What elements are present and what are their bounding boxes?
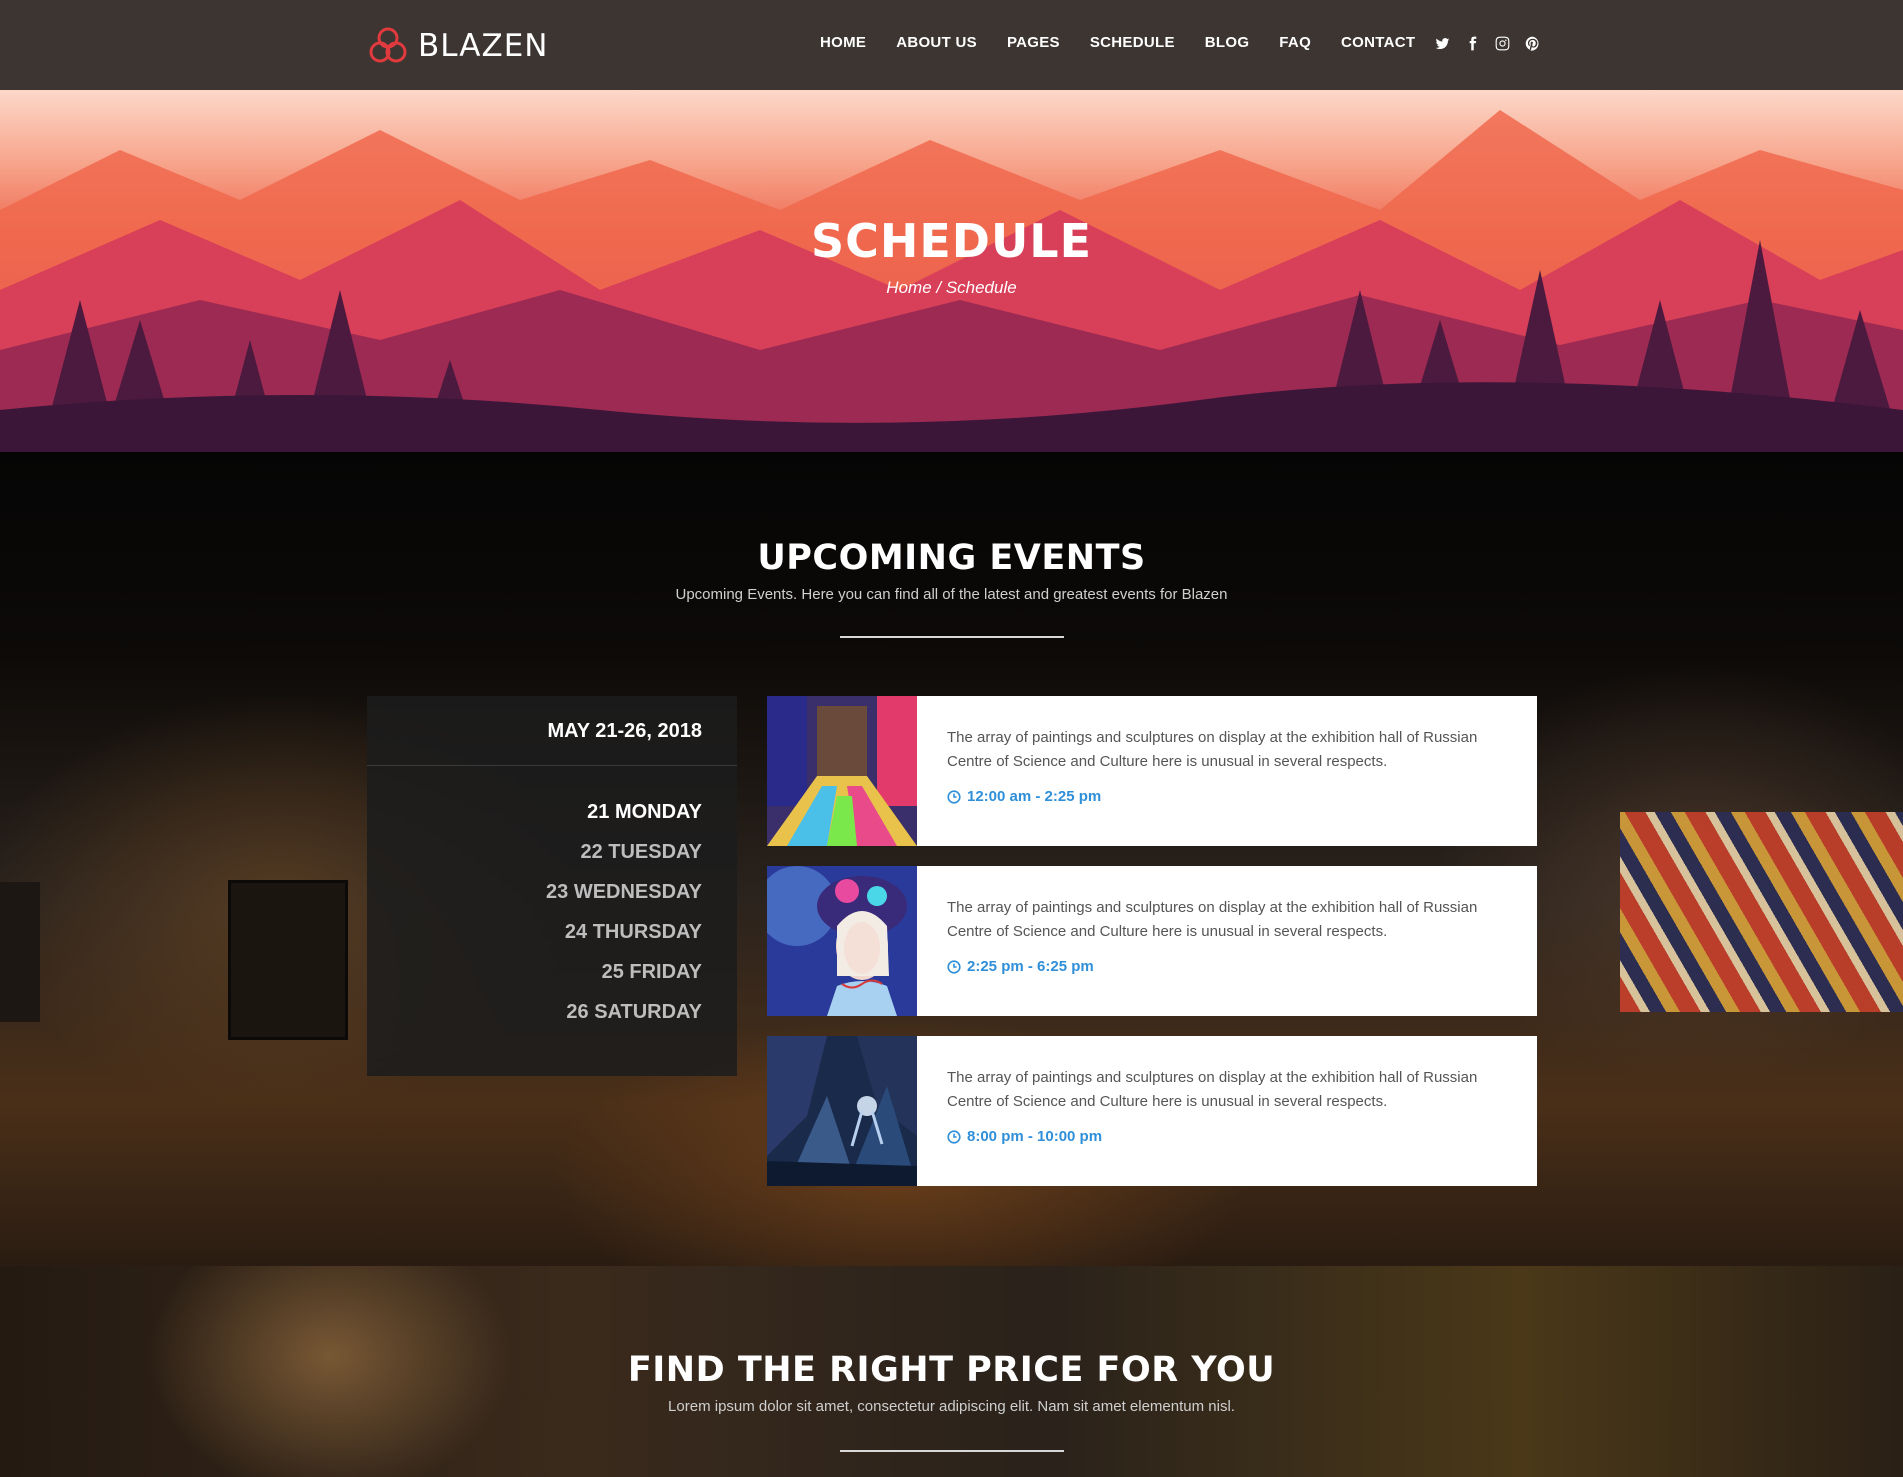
day-tab-monday[interactable]: 21 MONDAY <box>367 792 702 832</box>
pricing-section-subtitle: Lorem ipsum dolor sit amet, consectetur … <box>668 1398 1235 1415</box>
nav-home[interactable]: HOME <box>820 34 866 51</box>
day-tab-saturday[interactable]: 26 SATURDAY <box>367 992 702 1032</box>
page-title: SCHEDULE <box>810 214 1093 268</box>
fantasy-art-image <box>767 1036 917 1186</box>
event-description: The array of paintings and sculptures on… <box>947 899 1478 940</box>
pricing-section: FIND THE RIGHT PRICE FOR YOU Lorem ipsum… <box>0 1266 1903 1477</box>
social-links <box>1434 34 1540 52</box>
brand-logo[interactable]: BLAZEN <box>366 24 548 68</box>
section-divider <box>840 1450 1064 1452</box>
logo-knot-icon <box>369 27 407 63</box>
days-list: 21 MONDAY 22 TUESDAY 23 WEDNESDAY 24 THU… <box>367 766 737 1032</box>
schedule-days-panel: MAY 21-26, 2018 21 MONDAY 22 TUESDAY 23 … <box>367 696 737 1076</box>
mountain-forest-illustration <box>0 110 1903 452</box>
date-range: MAY 21-26, 2018 <box>367 696 737 766</box>
pinterest-icon[interactable] <box>1524 34 1540 52</box>
event-time: 12:00 am - 2:25 pm <box>947 788 1507 805</box>
events-section-title: UPCOMING EVENTS <box>757 538 1146 578</box>
background-painting-right <box>1620 812 1903 1012</box>
event-thumbnail[interactable] <box>767 696 917 846</box>
instagram-icon[interactable] <box>1494 34 1510 52</box>
background-painting-left <box>228 880 348 1040</box>
day-tab-friday[interactable]: 25 FRIDAY <box>367 952 702 992</box>
events-section-subtitle: Upcoming Events. Here you can find all o… <box>675 586 1228 603</box>
event-time: 8:00 pm - 10:00 pm <box>947 1128 1507 1145</box>
breadcrumb[interactable]: Home / Schedule <box>0 278 1903 298</box>
day-tab-wednesday[interactable]: 23 WEDNESDAY <box>367 872 702 912</box>
clock-icon <box>947 959 961 974</box>
section-divider <box>840 636 1064 638</box>
day-tab-tuesday[interactable]: 22 TUESDAY <box>367 832 702 872</box>
main-nav: HOME ABOUT US PAGES SCHEDULE BLOG FAQ CO… <box>820 34 1445 51</box>
event-card[interactable]: The array of paintings and sculptures on… <box>767 1036 1537 1186</box>
upcoming-events-section: UPCOMING EVENTS Upcoming Events. Here yo… <box>0 452 1903 1266</box>
event-time-text: 8:00 pm - 10:00 pm <box>967 1128 1103 1145</box>
background-painting-left-far <box>0 882 40 1022</box>
nav-blog[interactable]: BLOG <box>1205 34 1250 51</box>
event-card[interactable]: The array of paintings and sculptures on… <box>767 866 1537 1016</box>
pricing-section-title: FIND THE RIGHT PRICE FOR YOU <box>627 1350 1276 1390</box>
street-art-image <box>767 696 917 846</box>
site-header: BLAZEN HOME ABOUT US PAGES SCHEDULE BLOG… <box>0 0 1903 90</box>
twitter-icon[interactable] <box>1434 34 1450 52</box>
page-hero: SCHEDULE Home / Schedule <box>0 90 1903 452</box>
brand-name: BLAZEN <box>418 28 549 64</box>
portrait-image <box>767 866 917 1016</box>
nav-contact[interactable]: CONTACT <box>1341 34 1415 51</box>
event-time-text: 2:25 pm - 6:25 pm <box>967 958 1094 975</box>
clock-icon <box>947 789 961 804</box>
nav-about-us[interactable]: ABOUT US <box>896 34 977 51</box>
event-thumbnail[interactable] <box>767 866 917 1016</box>
event-description: The array of paintings and sculptures on… <box>947 729 1478 770</box>
clock-icon <box>947 1129 961 1144</box>
event-card[interactable]: The array of paintings and sculptures on… <box>767 696 1537 846</box>
event-thumbnail[interactable] <box>767 1036 917 1186</box>
event-description: The array of paintings and sculptures on… <box>947 1069 1478 1110</box>
nav-pages[interactable]: PAGES <box>1007 34 1060 51</box>
facebook-icon[interactable] <box>1464 34 1480 52</box>
event-time: 2:25 pm - 6:25 pm <box>947 958 1507 975</box>
event-time-text: 12:00 am - 2:25 pm <box>967 788 1102 805</box>
nav-schedule[interactable]: SCHEDULE <box>1090 34 1175 51</box>
nav-faq[interactable]: FAQ <box>1279 34 1311 51</box>
day-tab-thursday[interactable]: 24 THURSDAY <box>367 912 702 952</box>
